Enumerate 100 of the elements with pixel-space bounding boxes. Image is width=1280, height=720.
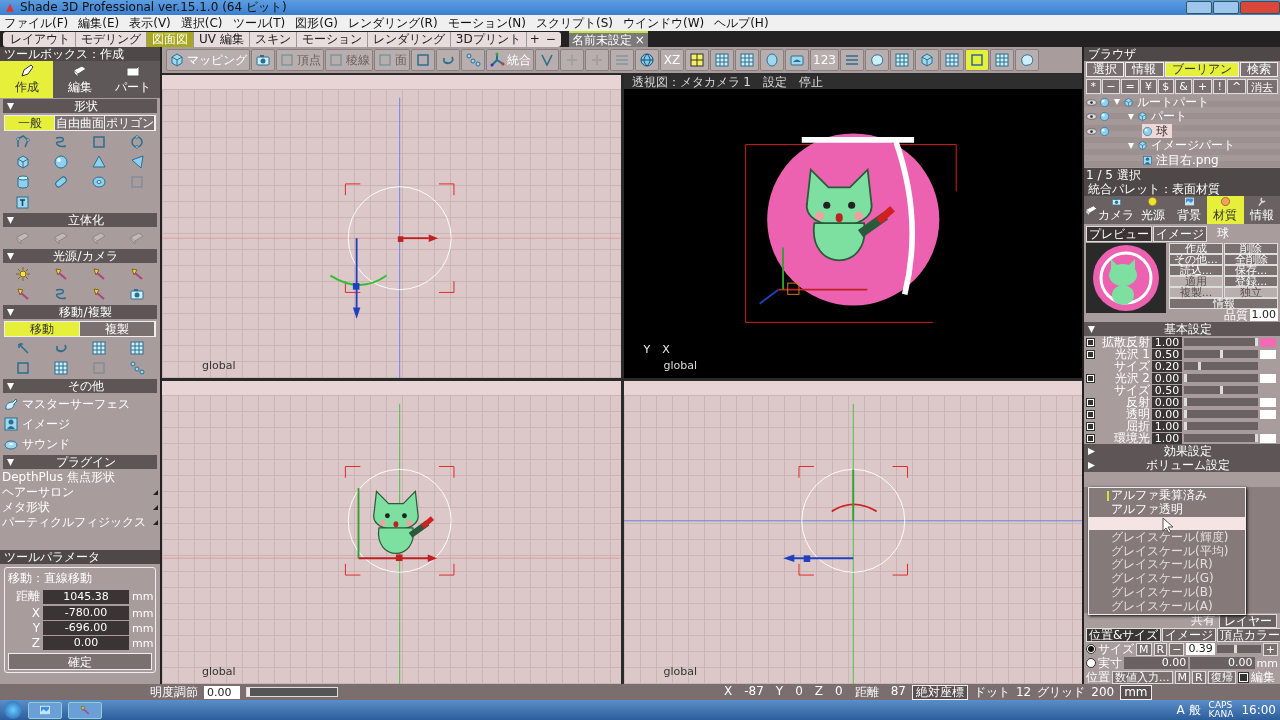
slider-thumb[interactable] bbox=[1184, 422, 1187, 430]
size-field[interactable]: 0.39 bbox=[1186, 643, 1215, 655]
toolbar-button[interactable] bbox=[685, 49, 709, 71]
document-tab[interactable]: 名前未設定 × bbox=[568, 31, 648, 47]
value-field[interactable]: 0.00 bbox=[43, 636, 129, 650]
menu-item[interactable]: アルファ透明 bbox=[1089, 502, 1245, 517]
toolbar-button[interactable] bbox=[889, 49, 914, 71]
section-header[interactable]: 光源/カメラ bbox=[3, 249, 157, 263]
viewport-menu[interactable]: 停止 bbox=[798, 73, 823, 91]
menu-item[interactable]: ファイル(F) bbox=[4, 14, 69, 32]
operator-button[interactable]: ^ bbox=[1227, 79, 1246, 94]
menu-item[interactable]: アルファ乗算済み bbox=[1089, 489, 1245, 503]
slider-thumb[interactable] bbox=[247, 688, 250, 696]
category-tab[interactable]: 自由曲面 bbox=[55, 116, 105, 130]
ime-indicator[interactable]: A 般 bbox=[1176, 701, 1201, 719]
slider[interactable] bbox=[1184, 386, 1258, 394]
tab-control-button[interactable]: − bbox=[542, 31, 559, 47]
layout-tab[interactable]: UV 編集 bbox=[194, 31, 250, 47]
mode-tab[interactable]: 作成 bbox=[0, 61, 54, 98]
category-tab[interactable]: 複製 bbox=[80, 322, 155, 336]
toolbar-button[interactable] bbox=[939, 49, 964, 71]
value-field[interactable]: -780.00 bbox=[43, 606, 129, 620]
value-field[interactable]: 1.00 bbox=[1152, 432, 1182, 444]
material-button[interactable]: 登録... bbox=[1224, 276, 1278, 287]
slider-thumb[interactable] bbox=[1219, 386, 1223, 394]
size-button[interactable]: R bbox=[1153, 642, 1168, 656]
color-swatch[interactable] bbox=[1260, 349, 1276, 359]
checkbox[interactable] bbox=[1086, 349, 1095, 359]
dimension-field[interactable]: 0.00 bbox=[1190, 657, 1255, 669]
size-button[interactable]: + bbox=[1262, 642, 1278, 656]
slider[interactable] bbox=[1184, 422, 1258, 430]
toolbar-button[interactable] bbox=[436, 49, 460, 71]
tree-item[interactable]: パート bbox=[1128, 109, 1191, 124]
quality-field[interactable]: 1.00 bbox=[1249, 309, 1278, 321]
color-swatch[interactable] bbox=[1260, 397, 1276, 407]
viewport-menu[interactable]: 設定 bbox=[762, 73, 787, 91]
toolbar-button[interactable] bbox=[760, 49, 784, 71]
operator-button[interactable]: & bbox=[1174, 79, 1193, 94]
material-button[interactable]: 作成 bbox=[1169, 243, 1223, 254]
section-header[interactable]: 効果設定 bbox=[1084, 444, 1280, 458]
operator-button[interactable]: ! bbox=[1212, 79, 1227, 94]
brightness-slider[interactable] bbox=[246, 687, 338, 697]
category-tab[interactable]: ポリゴン bbox=[105, 116, 155, 130]
toolbar-button[interactable] bbox=[914, 49, 939, 71]
start-button[interactable] bbox=[4, 701, 22, 719]
value-field[interactable]: 1.00 bbox=[1152, 336, 1182, 348]
slider-thumb[interactable] bbox=[1255, 434, 1258, 442]
layout-tab[interactable]: 3Dプリント bbox=[450, 31, 527, 47]
value-field[interactable]: 0.00 bbox=[1152, 372, 1182, 384]
property-tab[interactable]: 位置&サイズ bbox=[1086, 628, 1162, 642]
size-button[interactable]: − bbox=[1169, 642, 1185, 656]
slider-thumb[interactable] bbox=[1184, 410, 1187, 418]
operator-button[interactable]: ¥ bbox=[1140, 79, 1157, 94]
value-field[interactable]: 0.50 bbox=[1152, 348, 1182, 360]
taskbar-app-button[interactable] bbox=[28, 701, 62, 719]
dimension-field[interactable]: 0.00 bbox=[1124, 657, 1189, 669]
toolbar-button[interactable] bbox=[735, 49, 759, 71]
material-button[interactable]: 読込... bbox=[1169, 265, 1223, 276]
mode-tab[interactable]: 編集 bbox=[53, 61, 107, 98]
preview-tab[interactable]: イメージ bbox=[1153, 225, 1207, 242]
browser-tab[interactable]: 検索 bbox=[1239, 62, 1278, 77]
tree-item[interactable]: ルートパート bbox=[1114, 95, 1213, 110]
menu-item[interactable]: 選択(C) bbox=[180, 14, 223, 32]
layout-tab[interactable]: モーション bbox=[296, 31, 368, 47]
checkbox[interactable] bbox=[1086, 373, 1095, 383]
material-button[interactable]: その他... bbox=[1169, 254, 1223, 265]
section-header[interactable]: 基本設定 bbox=[1084, 322, 1280, 336]
operator-button[interactable]: * bbox=[1086, 79, 1101, 94]
close-button[interactable] bbox=[1240, 1, 1280, 14]
checkbox[interactable] bbox=[1086, 421, 1095, 431]
section-header[interactable]: ボリューム設定 bbox=[1084, 458, 1280, 472]
value-field[interactable]: 1045.38 bbox=[43, 589, 129, 604]
unit-dropdown[interactable]: mm bbox=[1120, 684, 1152, 700]
palette-tab[interactable]: 材質 bbox=[1207, 196, 1244, 224]
toolbar-button[interactable] bbox=[535, 49, 559, 71]
radio-button[interactable] bbox=[1086, 644, 1096, 654]
value-field[interactable]: 0.00 bbox=[1152, 408, 1182, 420]
color-swatch[interactable] bbox=[1260, 373, 1276, 383]
section-header[interactable]: 移動/複製 bbox=[3, 305, 157, 319]
slider[interactable] bbox=[1184, 350, 1258, 358]
checkbox[interactable] bbox=[1086, 433, 1095, 443]
material-button[interactable]: 削除 bbox=[1224, 243, 1278, 254]
value-field[interactable]: 0.00 bbox=[1152, 396, 1182, 408]
category-tab[interactable]: 一般 bbox=[5, 116, 55, 130]
slider[interactable] bbox=[1184, 374, 1258, 382]
menu-item[interactable] bbox=[1089, 516, 1245, 531]
layout-tab[interactable]: スキン bbox=[249, 31, 297, 47]
property-tab[interactable]: 頂点カラー bbox=[1217, 628, 1280, 642]
menu-item[interactable]: 編集(E) bbox=[78, 14, 120, 32]
confirm-button[interactable]: 確定 bbox=[8, 653, 152, 670]
slider-thumb[interactable] bbox=[1255, 338, 1258, 346]
size-button[interactable]: M bbox=[1136, 642, 1152, 656]
material-button[interactable]: 保存... bbox=[1224, 265, 1278, 276]
menu-item[interactable]: ツール(T) bbox=[232, 14, 286, 32]
layout-tab[interactable]: レンダリング bbox=[367, 31, 451, 47]
value-field[interactable]: 1.00 bbox=[1152, 420, 1182, 432]
color-swatch[interactable] bbox=[1260, 337, 1276, 347]
toolbar-button[interactable] bbox=[864, 49, 889, 71]
coordinate-mode-dropdown[interactable]: 絶対座標 bbox=[912, 684, 968, 700]
toolbar-button[interactable] bbox=[635, 49, 659, 71]
